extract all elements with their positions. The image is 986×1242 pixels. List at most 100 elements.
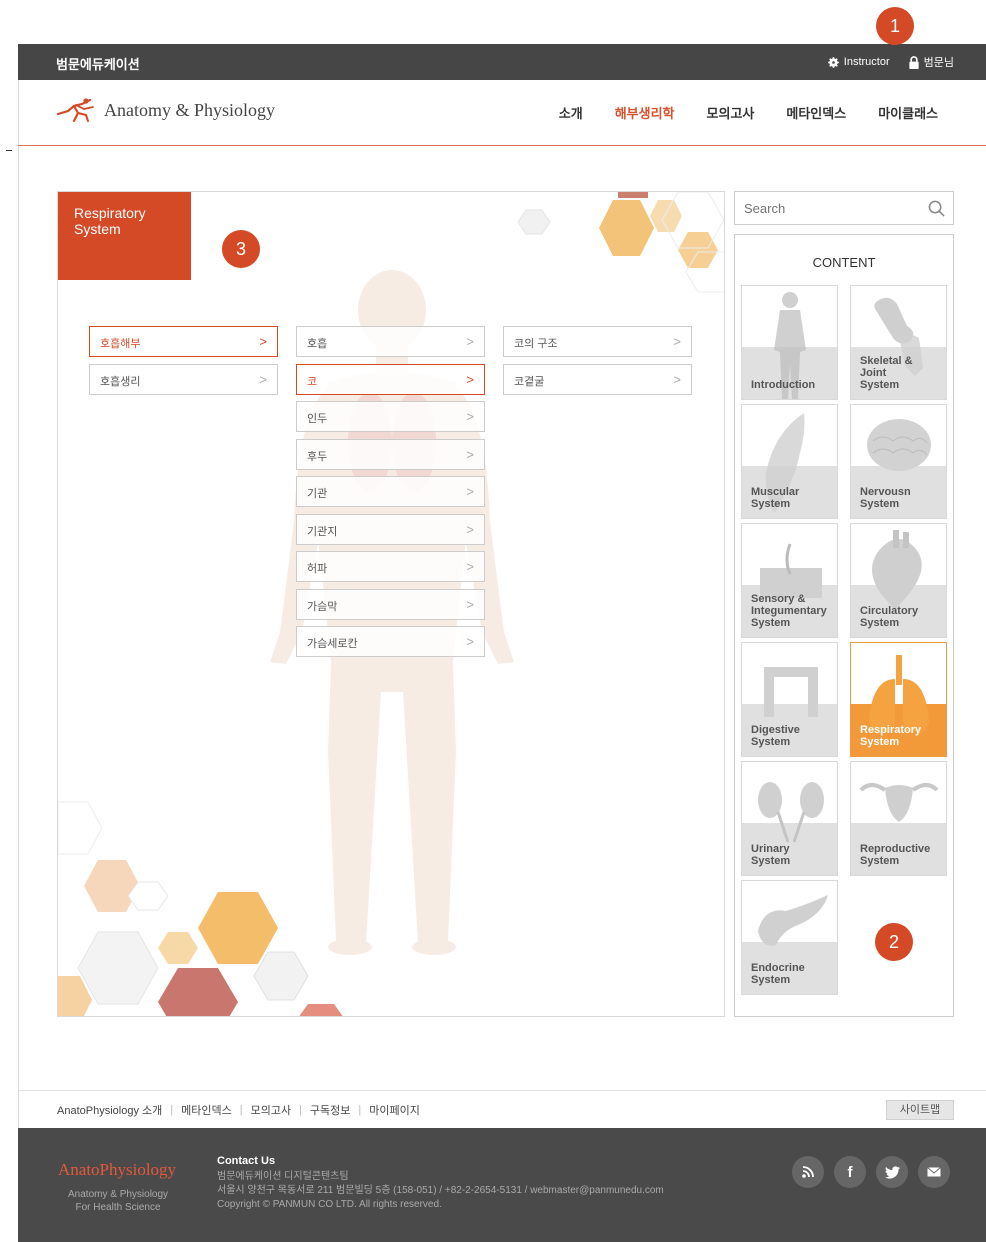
link-separator: | — [358, 1104, 362, 1116]
menu-item[interactable]: 가슴세로칸 > — [296, 626, 485, 657]
instructor-link[interactable]: Instructor — [827, 56, 890, 69]
tile-muscular-system[interactable]: Muscular System — [741, 404, 838, 519]
footer-link-subscription[interactable]: 구독정보 — [310, 1102, 350, 1118]
tile-label: Introduction — [751, 379, 816, 391]
contact-title: Contact Us — [217, 1155, 276, 1167]
left-rule — [18, 44, 19, 1242]
logo-text: Anatomy & Physiology — [104, 99, 276, 120]
menu-item[interactable]: 기관 > — [296, 476, 485, 507]
tile-label: Respiratory System — [860, 724, 922, 748]
menu-item[interactable]: 코 > — [296, 364, 485, 395]
menu-item-label: 코의 구조 — [514, 338, 558, 350]
menu-item[interactable]: 기관지 > — [296, 514, 485, 545]
chevron-right-icon: > — [673, 372, 681, 387]
menu-item-label: 기관 — [307, 488, 328, 500]
lock-icon — [908, 55, 919, 69]
chevron-right-icon: > — [466, 334, 474, 349]
user-link[interactable]: 범문님 — [908, 54, 954, 70]
company-name: 범문에듀케이션 — [56, 57, 140, 72]
search-input[interactable] — [735, 192, 915, 224]
footer-link-about[interactable]: AnatoPhysiology 소개 — [57, 1102, 162, 1118]
chevron-right-icon: > — [259, 372, 267, 387]
link-separator: | — [239, 1104, 243, 1116]
user-label: 범문님 — [923, 57, 954, 69]
footer-tagline: Anatomy & Physiology For Health Science — [68, 1188, 168, 1214]
menu-item-label: 코곁굴 — [514, 376, 545, 388]
nav-item-meta-index[interactable]: 메타인덱스 — [786, 103, 846, 122]
menu-item-label: 가슴막 — [307, 601, 338, 613]
runner-logo-icon — [56, 98, 94, 122]
panel-title-line2: System — [74, 221, 121, 237]
menu-item[interactable]: 호흡 > — [296, 326, 485, 357]
tile-reproductive-system[interactable]: Reproductive System — [850, 761, 947, 876]
menu-item[interactable]: 코의 구조 > — [503, 326, 692, 357]
contact-team: 범문에듀케이션 디지털콘텐츠팀 — [217, 1171, 349, 1182]
footer-tagline-line1: Anatomy & Physiology — [68, 1189, 169, 1200]
side-mark — [6, 150, 12, 151]
chevron-right-icon: > — [466, 447, 474, 462]
nav-item-anatomy[interactable]: 해부생리학 — [615, 103, 675, 122]
chevron-right-icon: > — [673, 334, 681, 349]
tile-label: Skeletal & Joint System — [860, 355, 913, 391]
tile-endocrine-system[interactable]: Endocrine System — [741, 880, 838, 995]
footer-tagline-line2: For Health Science — [75, 1202, 161, 1213]
tile-label: Digestive System — [751, 724, 800, 748]
tile-respiratory-system[interactable]: Respiratory System — [850, 642, 947, 757]
footer-logo: AnatoPhysiology — [58, 1160, 177, 1179]
content-sidebar: CONTENT Introduction Skeletal & Joint Sy… — [734, 234, 954, 1017]
system-panel: Respiratory System 3 호흡해부 > 호흡생리 > 호흡 > 코 > … — [57, 191, 725, 1017]
menu-item-label: 인두 — [307, 413, 328, 425]
tile-label: Endocrine System — [751, 962, 805, 986]
menu-item[interactable]: 허파 > — [296, 551, 485, 582]
instructor-label: Instructor — [843, 56, 890, 68]
footer-divider — [18, 1090, 986, 1091]
gear-icon — [827, 56, 839, 68]
sitemap-button[interactable]: 사이트맵 — [886, 1100, 954, 1120]
social-links: f — [792, 1156, 950, 1188]
footer-link-mock-exam[interactable]: 모의고사 — [251, 1102, 291, 1118]
tile-skeletal-joint-system[interactable]: Skeletal & Joint System — [850, 285, 947, 400]
tile-introduction[interactable]: Introduction — [741, 285, 838, 400]
link-separator: | — [299, 1104, 302, 1116]
nav-item-my-class[interactable]: 마이클래스 — [878, 103, 938, 122]
site-logo[interactable]: Anatomy & Physiology — [56, 98, 275, 122]
tile-digestive-system[interactable]: Digestive System — [741, 642, 838, 757]
facebook-icon[interactable]: f — [834, 1156, 866, 1188]
main-nav: 소개 해부생리학 모의고사 메타인덱스 마이클래스 — [559, 103, 938, 122]
copyright: Copyright © PANMUN CO LTD. All rights re… — [217, 1199, 442, 1210]
tile-label: Muscular System — [751, 486, 800, 510]
menu-item-label: 허파 — [307, 563, 328, 575]
twitter-icon[interactable] — [876, 1156, 908, 1188]
tile-sensory-integumentary-system[interactable]: Sensory & Integumentary System — [741, 523, 838, 638]
utility-menu: Instructor 범문님 — [827, 54, 954, 70]
menu-item[interactable]: 가슴막 > — [296, 589, 485, 620]
tile-label: Circulatory System — [860, 605, 919, 629]
contact-address: 서울시 양천구 목동서로 211 범문빌딩 5층 (158-051) / +82… — [217, 1185, 664, 1196]
tile-urinary-system[interactable]: Urinary System — [741, 761, 838, 876]
callout-badge-2: 2 — [875, 923, 913, 961]
tile-circulatory-system[interactable]: Circulatory System — [850, 523, 947, 638]
menu-item-label: 가슴세로칸 — [307, 638, 358, 650]
menu-item-respiratory-anatomy[interactable]: 호흡해부 > — [89, 326, 278, 357]
menu-item-label: 후두 — [307, 451, 328, 463]
panel-title: Respiratory System — [58, 192, 191, 280]
footer-link-meta-index[interactable]: 메타인덱스 — [181, 1102, 232, 1118]
search-icon[interactable] — [928, 200, 945, 217]
menu-item-respiratory-physiology[interactable]: 호흡생리 > — [89, 364, 278, 395]
footer-links: AnatoPhysiology 소개 | 메타인덱스 | 모의고사 | 구독정보… — [57, 1102, 420, 1118]
rss-icon[interactable] — [792, 1156, 824, 1188]
tile-label: Nervousn System — [860, 486, 911, 510]
tile-label: Urinary System — [751, 843, 791, 867]
mail-icon[interactable] — [918, 1156, 950, 1188]
chevron-right-icon: > — [466, 484, 474, 499]
footer-link-mypage[interactable]: 마이페이지 — [369, 1102, 420, 1118]
menu-item-label: 호흡 — [307, 338, 328, 350]
tile-nervous-system[interactable]: Nervousn System — [850, 404, 947, 519]
nav-item-intro[interactable]: 소개 — [559, 103, 583, 122]
menu-item-label: 호흡생리 — [100, 376, 141, 388]
search-box — [734, 191, 954, 225]
menu-item[interactable]: 후두 > — [296, 439, 485, 470]
menu-item[interactable]: 코곁굴 > — [503, 364, 692, 395]
nav-item-mock-exam[interactable]: 모의고사 — [707, 103, 755, 122]
menu-item[interactable]: 인두 > — [296, 401, 485, 432]
